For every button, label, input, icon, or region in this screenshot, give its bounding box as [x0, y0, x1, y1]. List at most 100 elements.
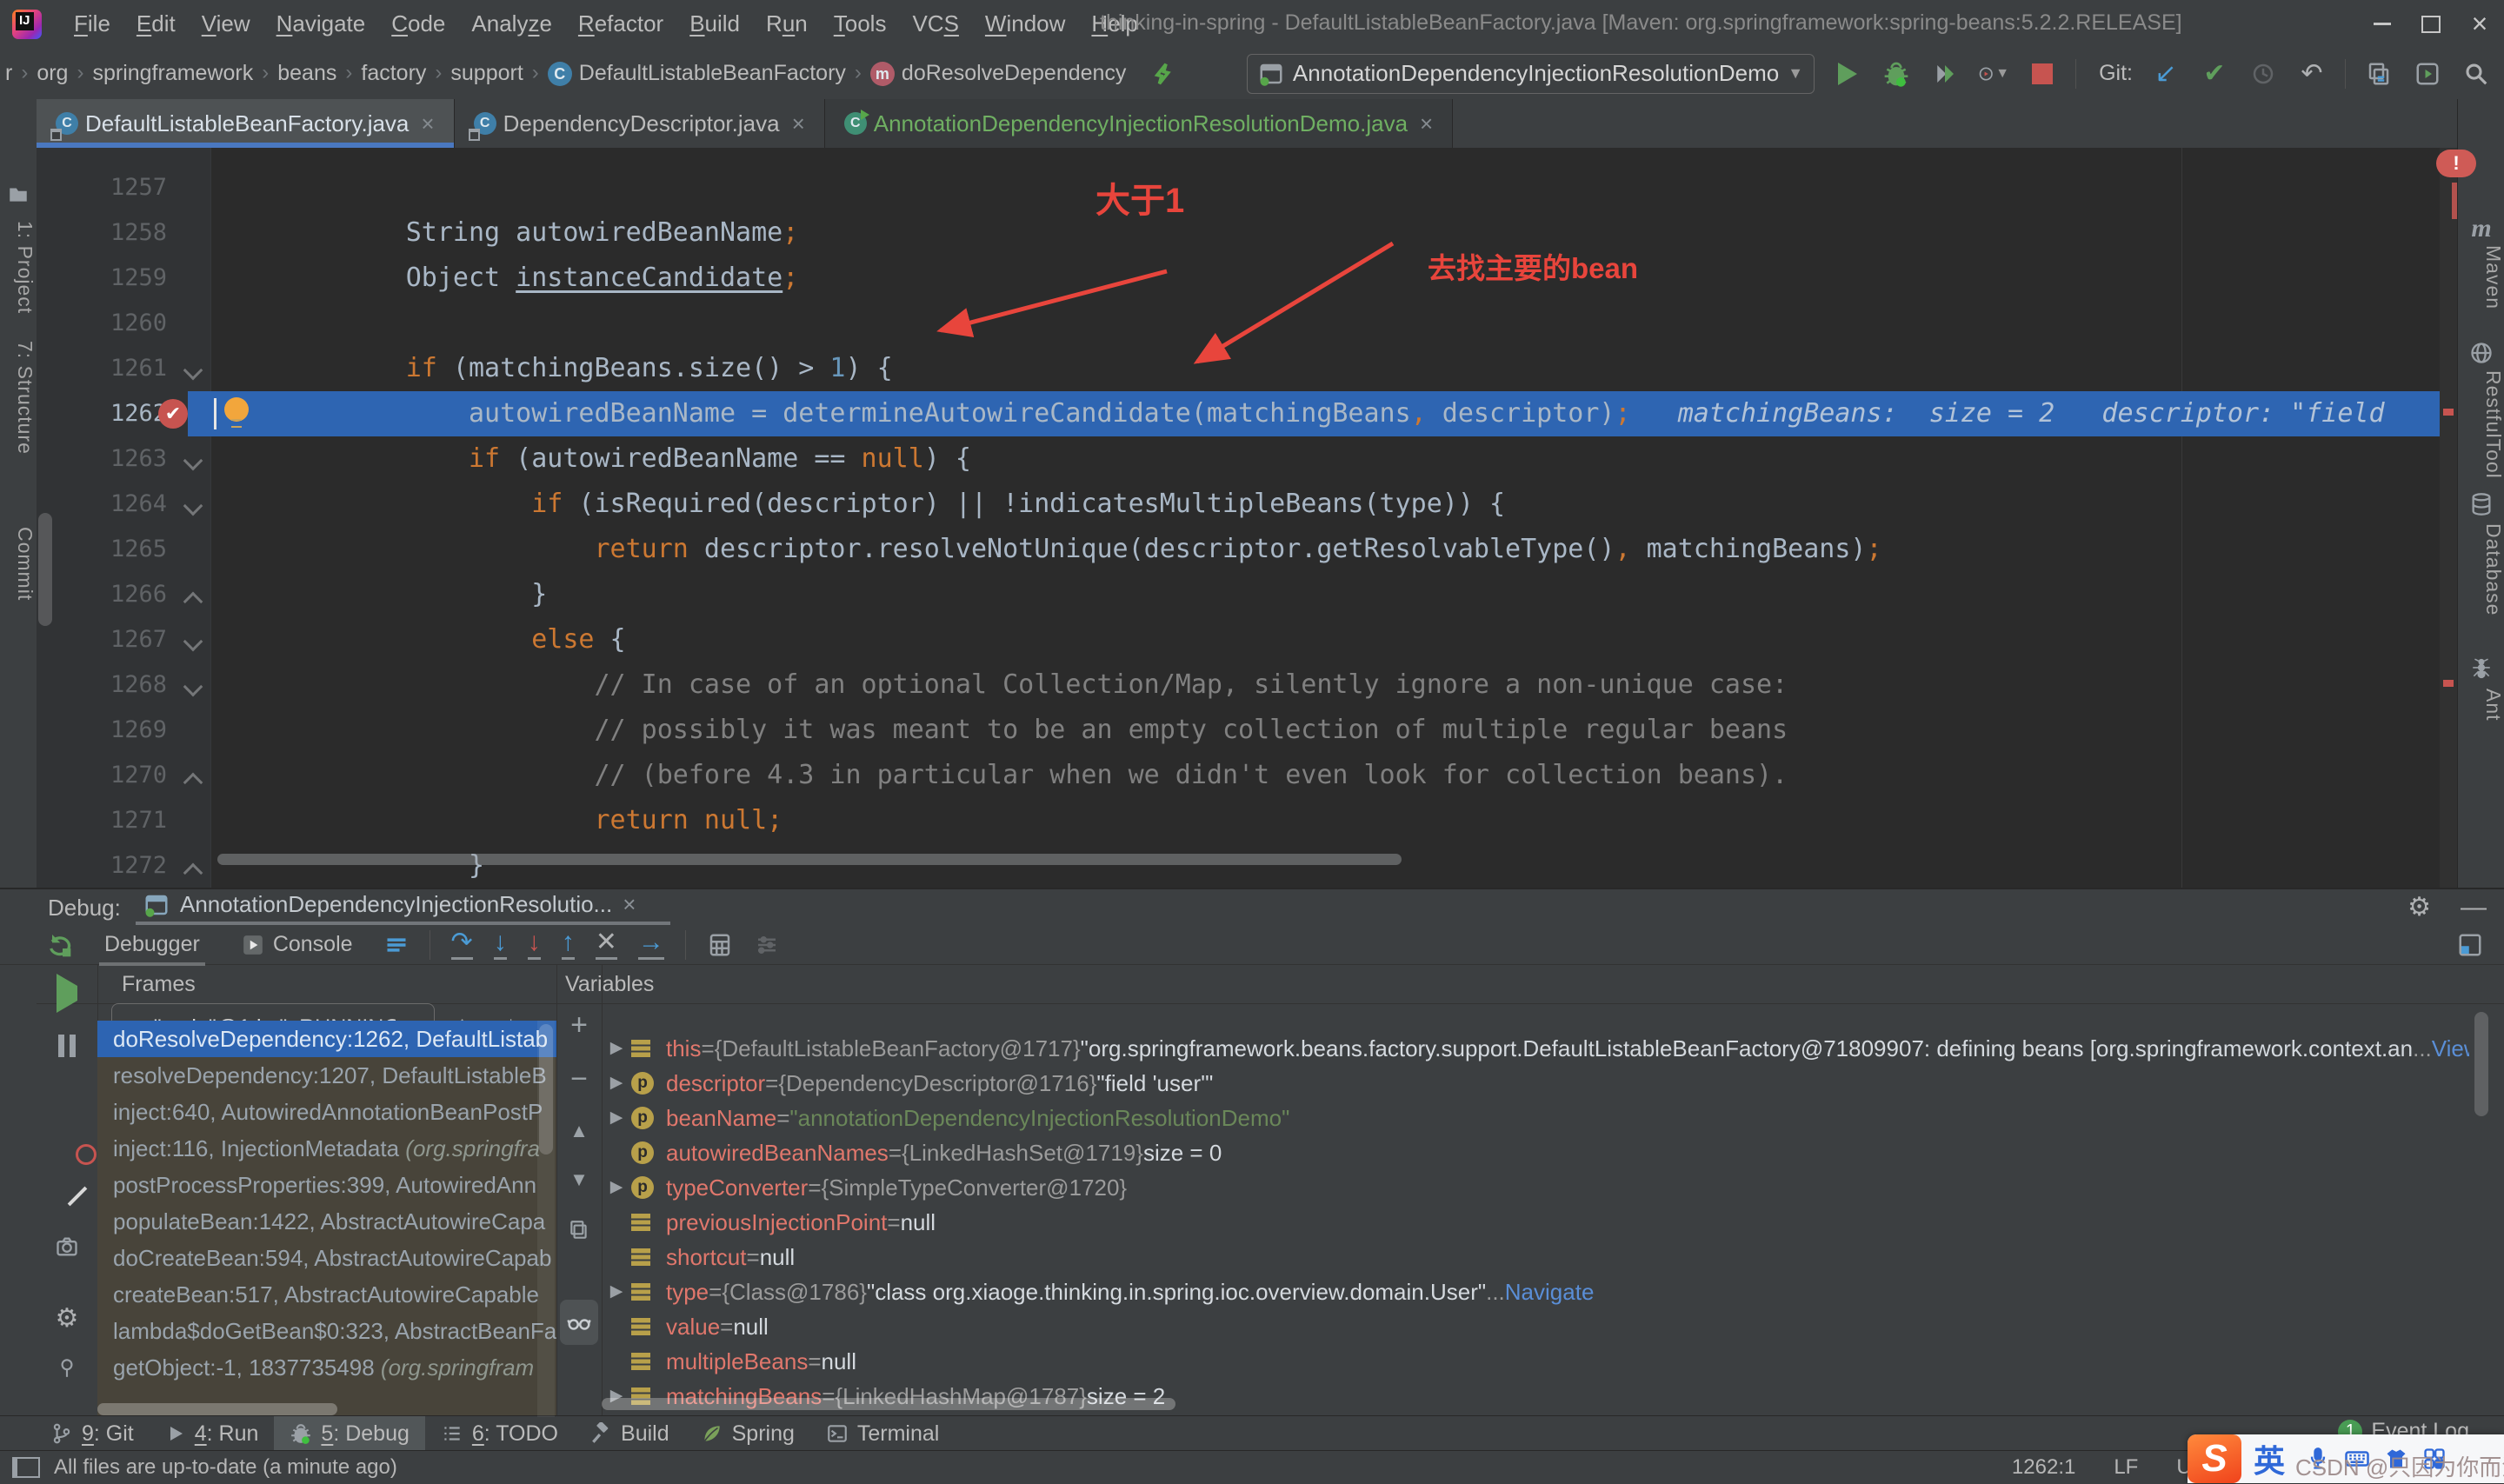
- copy-stack-icon[interactable]: [568, 1219, 590, 1241]
- step-over-icon[interactable]: ↷: [450, 929, 473, 960]
- tool-window-button-spring[interactable]: Spring: [685, 1416, 810, 1451]
- pause-icon[interactable]: [56, 1035, 78, 1061]
- variable-row[interactable]: multipleBeans = null: [602, 1344, 856, 1379]
- frame-row[interactable]: lambda$doGetBean$0:323, AbstractBeanFa: [97, 1313, 556, 1349]
- error-count-badge[interactable]: !: [2436, 150, 2476, 177]
- tab-debugger[interactable]: Debugger: [94, 928, 210, 966]
- overflow-menu-icon[interactable]: [384, 933, 409, 957]
- pin-icon[interactable]: [56, 1356, 78, 1379]
- caret-position[interactable]: 1262:1: [2012, 1455, 2075, 1480]
- variable-row[interactable]: ▶ p beanName = "annotationDependencyInject…: [602, 1101, 1290, 1135]
- menu-item-file[interactable]: File: [61, 5, 123, 43]
- editor-tab[interactable]: C AnnotationDependencyInjectionResolution…: [824, 99, 1454, 148]
- frames-list[interactable]: doResolveDependency:1262, DefaultListab r…: [97, 1021, 556, 1417]
- recent-files-icon[interactable]: [2363, 58, 2394, 90]
- menu-item-refactor[interactable]: Refactor: [565, 5, 676, 43]
- force-step-into-icon[interactable]: ↓: [527, 929, 541, 960]
- move-down-icon[interactable]: ▼: [569, 1168, 589, 1191]
- frame-row[interactable]: doCreateBean:594, AbstractAutowireCapab: [97, 1240, 556, 1276]
- sidebar-item-7-structure[interactable]: 7: Structure: [0, 341, 37, 455]
- settings-gear-icon[interactable]: ⚙: [2407, 895, 2431, 921]
- mute-renderers-icon[interactable]: [754, 932, 780, 958]
- run-with-coverage-button[interactable]: [1929, 58, 1961, 90]
- tool-window-button-terminal[interactable]: Terminal: [810, 1416, 955, 1451]
- frames-horizontal-scrollbar[interactable]: [97, 1403, 337, 1415]
- variable-row[interactable]: shortcut = null: [602, 1240, 795, 1274]
- value-link[interactable]: View: [2432, 1031, 2469, 1066]
- frame-row[interactable]: inject:116, InjectionMetadata (org.sprin…: [97, 1130, 556, 1167]
- variable-row[interactable]: ▶ p typeConverter = {SimpleTypeConverter@1…: [602, 1170, 1127, 1205]
- git-update-icon[interactable]: ↙: [2150, 58, 2181, 90]
- frame-row[interactable]: postProcessProperties:399, AutowiredAnn: [97, 1167, 556, 1203]
- history-icon[interactable]: [2248, 58, 2279, 90]
- close-icon[interactable]: ×: [421, 110, 434, 137]
- sidebar-item-commit[interactable]: Commit: [0, 527, 37, 601]
- variable-row[interactable]: ▶ p descriptor = {DependencyDescriptor@171…: [602, 1066, 1214, 1101]
- variables-list[interactable]: ▶ this = {DefaultListableBeanFactory@1717…: [602, 1003, 2469, 1417]
- add-watch-icon[interactable]: +: [570, 1008, 588, 1042]
- expand-arrow-icon[interactable]: ▶: [602, 1170, 631, 1205]
- sidebar-item-database[interactable]: Database: [2458, 523, 2504, 616]
- expand-arrow-icon[interactable]: ▶: [602, 1031, 631, 1066]
- sidebar-item-1-project[interactable]: 1: Project: [0, 221, 37, 314]
- menu-item-build[interactable]: Build: [676, 5, 753, 43]
- profiler-button[interactable]: ▼: [1978, 58, 2009, 90]
- show-values-inline-icon[interactable]: [560, 1300, 598, 1345]
- tool-window-button-9-git[interactable]: 9: Git: [35, 1416, 150, 1451]
- breadcrumb-item[interactable]: springframework: [92, 61, 253, 86]
- menu-item-code[interactable]: Code: [378, 5, 458, 43]
- minimize-button[interactable]: [2358, 0, 2407, 48]
- tool-window-button-6-todo[interactable]: 6: TODO: [425, 1416, 574, 1451]
- rerun-icon[interactable]: [45, 931, 73, 959]
- git-commit-icon[interactable]: ✔: [2199, 58, 2230, 90]
- restore-layout-icon[interactable]: [2457, 932, 2483, 958]
- variable-row[interactable]: p autowiredBeanNames = {LinkedHashSet@171…: [602, 1135, 1222, 1170]
- debug-button[interactable]: [1881, 58, 1912, 90]
- frame-row[interactable]: populateBean:1422, AbstractAutowireCapa: [97, 1203, 556, 1240]
- expand-arrow-icon[interactable]: ▶: [602, 1274, 631, 1309]
- menu-item-window[interactable]: Window: [972, 5, 1078, 43]
- breadcrumb-item[interactable]: C DefaultListableBeanFactory: [547, 61, 846, 87]
- close-button[interactable]: ×: [2455, 0, 2504, 48]
- breadcrumb-item[interactable]: r: [5, 61, 12, 86]
- expand-arrow-icon[interactable]: ▶: [602, 1101, 631, 1135]
- menu-item-run[interactable]: Run: [753, 5, 821, 43]
- thread-dump-icon[interactable]: [55, 1234, 79, 1259]
- menu-item-view[interactable]: View: [189, 5, 263, 43]
- settings-gear-icon[interactable]: ⚙: [56, 1306, 79, 1332]
- frame-row[interactable]: createBean:517, AbstractAutowireCapable: [97, 1276, 556, 1313]
- sidebar-item-ant[interactable]: Ant: [2458, 689, 2504, 722]
- search-everywhere-icon[interactable]: [2461, 58, 2492, 90]
- drop-frame-icon[interactable]: ✕: [595, 929, 617, 960]
- expand-arrow-icon[interactable]: ▶: [602, 1066, 631, 1101]
- close-icon[interactable]: ×: [623, 891, 636, 918]
- menu-item-vcs[interactable]: VCS: [899, 5, 971, 43]
- evaluate-expression-icon[interactable]: [707, 932, 733, 958]
- sidebar-item-maven[interactable]: Maven: [2458, 245, 2504, 309]
- stop-button[interactable]: [2027, 58, 2058, 90]
- debug-session-tab[interactable]: AnnotationDependencyInjectionResolutio..…: [143, 891, 636, 918]
- run-config-selector[interactable]: AnnotationDependencyInjectionResolutionD…: [1246, 53, 1815, 94]
- frame-row[interactable]: getObject:-1, 1837735498 (org.springfram: [97, 1349, 556, 1386]
- tool-windows-toggle-icon[interactable]: [12, 1457, 40, 1478]
- tool-window-button-build[interactable]: Build: [574, 1416, 685, 1451]
- variable-row[interactable]: ▶ this = {DefaultListableBeanFactory@1717…: [602, 1031, 2469, 1066]
- breadcrumb-item[interactable]: beans: [277, 61, 336, 86]
- variable-row[interactable]: previousInjectionPoint = null: [602, 1205, 936, 1240]
- close-icon[interactable]: ×: [792, 110, 805, 137]
- value-link[interactable]: Navigate: [1505, 1274, 1595, 1309]
- editor-tab[interactable]: C DefaultListableBeanFactory.java ×: [37, 99, 455, 148]
- tool-window-button-5-debug[interactable]: 5: Debug: [274, 1416, 425, 1451]
- run-to-cursor-icon[interactable]: →: [637, 929, 664, 960]
- variables-horizontal-scrollbar[interactable]: [602, 1398, 1175, 1410]
- ime-language-indicator[interactable]: 英: [2254, 1436, 2285, 1481]
- sidebar-item-restfultool[interactable]: RestfulTool: [2458, 370, 2504, 479]
- move-up-icon[interactable]: ▲: [569, 1120, 589, 1142]
- frame-row[interactable]: inject:640, AutowiredAnnotationBeanPostP: [97, 1094, 556, 1130]
- menu-item-analyze[interactable]: Analyze: [458, 5, 565, 43]
- run-button[interactable]: [1832, 58, 1863, 90]
- rollback-icon[interactable]: ↶: [2296, 58, 2328, 90]
- breadcrumb-item[interactable]: org: [37, 61, 68, 86]
- step-into-icon[interactable]: ↓: [493, 929, 507, 960]
- variables-vertical-scrollbar[interactable]: [2474, 1012, 2488, 1116]
